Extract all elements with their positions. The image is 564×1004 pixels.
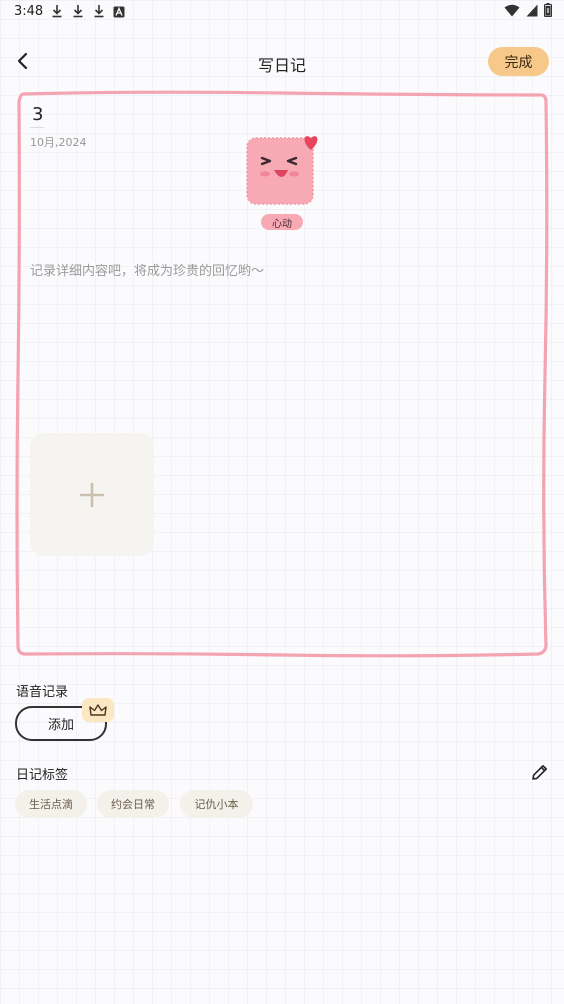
- tag-chip[interactable]: 约会日常: [97, 790, 169, 818]
- battery-icon: [544, 3, 552, 17]
- status-right-icons: [504, 3, 552, 17]
- download-icon: [73, 5, 83, 18]
- vip-badge: [82, 698, 114, 722]
- download-icon: [94, 5, 104, 18]
- voice-record-label: 语音记录: [16, 685, 69, 700]
- font-icon: [113, 6, 125, 18]
- status-time: 3:48: [14, 4, 44, 19]
- diary-content-placeholder[interactable]: 记录详细内容吧，将成为珍贵的回忆哟～: [30, 260, 264, 279]
- signal-icon: [526, 4, 538, 16]
- wifi-icon: [504, 4, 520, 16]
- mood-badge: 心动: [261, 214, 303, 230]
- day-number[interactable]: 3: [32, 104, 43, 125]
- add-photo-button[interactable]: [30, 433, 154, 556]
- done-button[interactable]: 完成: [488, 47, 549, 76]
- plus-icon: [79, 482, 105, 507]
- diary-tags-label: 日记标签: [16, 768, 69, 783]
- date-text[interactable]: 10月,2024: [30, 134, 87, 150]
- page-title: 写日记: [257, 56, 306, 75]
- tag-chip[interactable]: 生活点滴: [15, 790, 87, 818]
- mood-sticker-icon[interactable]: [244, 132, 322, 206]
- day-underline: [30, 127, 44, 128]
- pencil-icon: [531, 764, 547, 780]
- crown-icon: [89, 704, 107, 716]
- tag-chip[interactable]: 记仇小本: [180, 790, 253, 818]
- status-bar: 3:48: [0, 0, 564, 24]
- download-icon: [52, 5, 62, 18]
- edit-tags-button[interactable]: [527, 760, 551, 784]
